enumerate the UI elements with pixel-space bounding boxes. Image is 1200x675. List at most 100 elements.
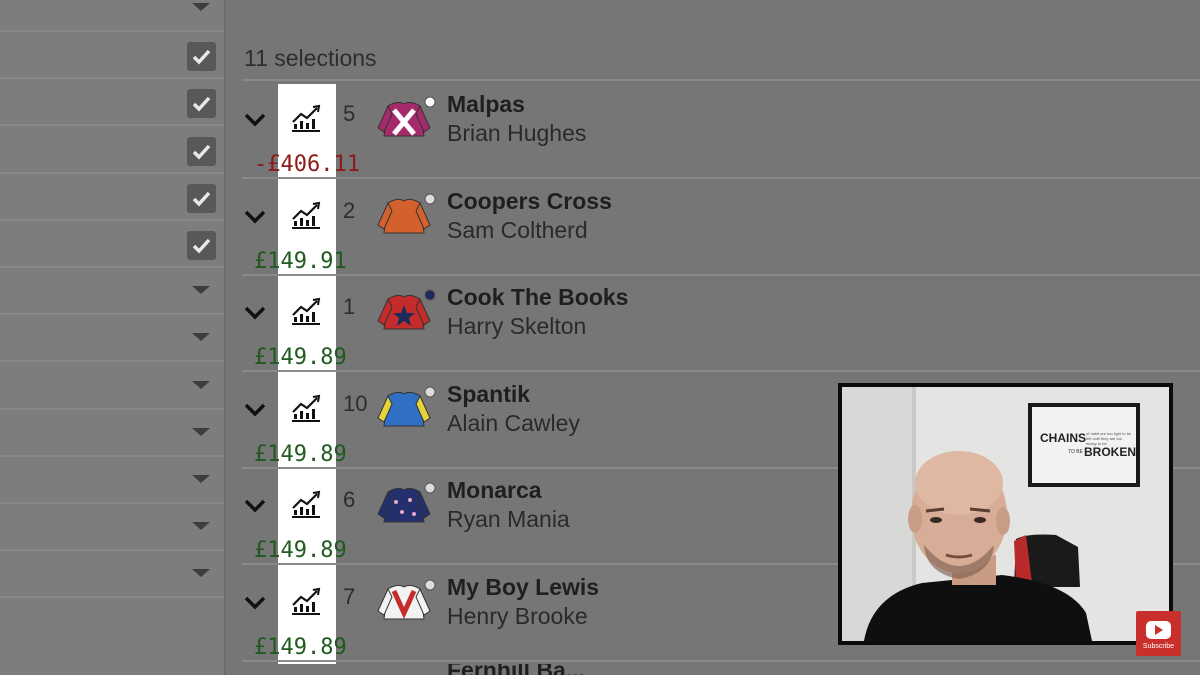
- profit-loss: £149.91: [254, 248, 347, 274]
- jockey-name: Harry Skelton: [447, 313, 587, 339]
- dropdown-caret-icon[interactable]: [192, 569, 210, 578]
- line-chart-icon: [292, 201, 321, 229]
- filter-row: [0, 553, 224, 599]
- expand-chevron-icon[interactable]: [242, 203, 268, 229]
- horse-name[interactable]: Cook The Books: [447, 284, 628, 311]
- filter-row: [0, 270, 224, 316]
- jockey-name: Alain Cawley: [447, 409, 580, 436]
- jockey-silk: [374, 482, 436, 534]
- expand-chevron-icon[interactable]: [242, 492, 268, 518]
- check-icon: [192, 97, 211, 112]
- jockey-silk: [374, 579, 436, 631]
- poster: CHAINS of habit are too light to be felt…: [1032, 407, 1136, 483]
- filter-checkbox[interactable]: [187, 183, 216, 213]
- jockey-name: Brian Hughes: [447, 120, 587, 146]
- dropdown-caret-icon[interactable]: [192, 475, 210, 483]
- profit-loss: £149.89: [254, 345, 347, 370]
- runner-row[interactable]: 5 Malpas Brian Hughes -£406.11: [226, 84, 1200, 181]
- jockey-silk: [374, 96, 436, 148]
- filter-row: [0, 0, 224, 32]
- check-icon: [192, 144, 211, 160]
- webcam-overlay: CHAINS of habit are too light to be felt…: [838, 383, 1173, 645]
- chevron-down-icon: [244, 403, 266, 416]
- filter-row: [0, 317, 224, 363]
- profit-loss: £149.89: [254, 441, 347, 467]
- line-chart-icon: [292, 297, 321, 325]
- line-chart-icon: [292, 104, 321, 132]
- filter-row: [0, 223, 224, 268]
- youtube-play-icon: [1146, 621, 1171, 639]
- saddlecloth-number: 1: [343, 294, 356, 319]
- filter-checkbox[interactable]: [187, 136, 216, 166]
- line-chart-icon: [292, 490, 321, 518]
- chevron-down-icon: [244, 113, 266, 127]
- jockey-silk-icon: [377, 579, 436, 619]
- divider: [242, 79, 1200, 81]
- expand-chevron-icon[interactable]: [242, 589, 268, 615]
- saddlecloth-number: 6: [343, 487, 356, 512]
- dropdown-caret-icon[interactable]: [192, 380, 210, 389]
- filter-checkbox[interactable]: [187, 89, 216, 119]
- profit-loss: £149.89: [254, 538, 347, 563]
- jockey-silk: [374, 289, 436, 341]
- horse-name[interactable]: Coopers Cross: [447, 188, 612, 215]
- jockey-name: Ryan Mania: [447, 506, 570, 532]
- saddlecloth-number: 10: [343, 390, 368, 416]
- check-icon: [192, 50, 211, 65]
- expand-chevron-icon[interactable]: [242, 299, 268, 325]
- line-chart-icon: [292, 587, 321, 615]
- check-icon: [192, 238, 211, 254]
- jockey-silk-icon: [377, 482, 436, 523]
- filter-row: [0, 506, 224, 552]
- divider: [242, 370, 1200, 372]
- jockey-silk-icon: [377, 193, 436, 233]
- filter-panel: [0, 0, 226, 675]
- horse-name[interactable]: Monarca: [447, 477, 542, 504]
- runner-row[interactable]: 1 Cook The Books Harry Skelton £149.89: [226, 277, 1200, 374]
- partial-horse-name: Fernhill Ba...: [447, 664, 647, 675]
- dropdown-caret-icon[interactable]: [192, 427, 210, 436]
- filter-row: [0, 34, 224, 80]
- filter-checkbox[interactable]: [187, 231, 216, 260]
- jockey-name: Henry Brooke: [447, 602, 588, 629]
- jockey-silk: [374, 193, 436, 245]
- chevron-down-icon: [244, 306, 266, 320]
- horse-name[interactable]: Malpas: [447, 91, 525, 118]
- divider: [242, 273, 1200, 276]
- runner-row[interactable]: 2 Coopers Cross Sam Coltherd £149.91: [226, 180, 1200, 278]
- poster-to-be: TO BE: [1068, 449, 1083, 455]
- saddlecloth-number: 7: [343, 583, 356, 609]
- profit-loss: £149.89: [254, 634, 347, 660]
- filter-checkbox[interactable]: [187, 42, 216, 72]
- check-icon: [192, 191, 211, 207]
- filter-row: [0, 459, 224, 504]
- jockey-silk: [374, 386, 436, 438]
- divider: [242, 177, 1200, 179]
- horse-name[interactable]: Spantik: [447, 381, 530, 408]
- chevron-down-icon: [244, 210, 266, 223]
- expand-chevron-icon[interactable]: [242, 396, 268, 422]
- profit-loss: -£406.11: [254, 152, 360, 177]
- line-chart-icon: [292, 394, 321, 422]
- horse-name[interactable]: My Boy Lewis: [447, 574, 599, 601]
- filter-row: [0, 129, 224, 174]
- expand-chevron-icon[interactable]: [242, 106, 268, 132]
- jockey-silk-icon: [377, 96, 436, 137]
- jockey-silk-icon: [377, 289, 436, 330]
- filter-row: [0, 412, 224, 457]
- filter-row: [0, 81, 224, 127]
- dropdown-caret-icon[interactable]: [192, 333, 210, 342]
- divider: [242, 659, 1200, 662]
- subscribe-button[interactable]: Subscribe: [1136, 611, 1181, 656]
- dropdown-caret-icon[interactable]: [192, 3, 210, 11]
- filter-row: [0, 365, 224, 410]
- chevron-down-icon: [244, 499, 266, 513]
- saddlecloth-number: 2: [343, 197, 356, 223]
- subscribe-label: Subscribe: [1142, 643, 1175, 650]
- dropdown-caret-icon[interactable]: [192, 286, 210, 295]
- dropdown-caret-icon[interactable]: [192, 522, 210, 531]
- saddlecloth-number: 5: [343, 101, 356, 126]
- jockey-silk-icon: [377, 386, 436, 426]
- poster-broken: BROKEN: [1084, 445, 1137, 459]
- jockey-name: Sam Coltherd: [447, 216, 588, 243]
